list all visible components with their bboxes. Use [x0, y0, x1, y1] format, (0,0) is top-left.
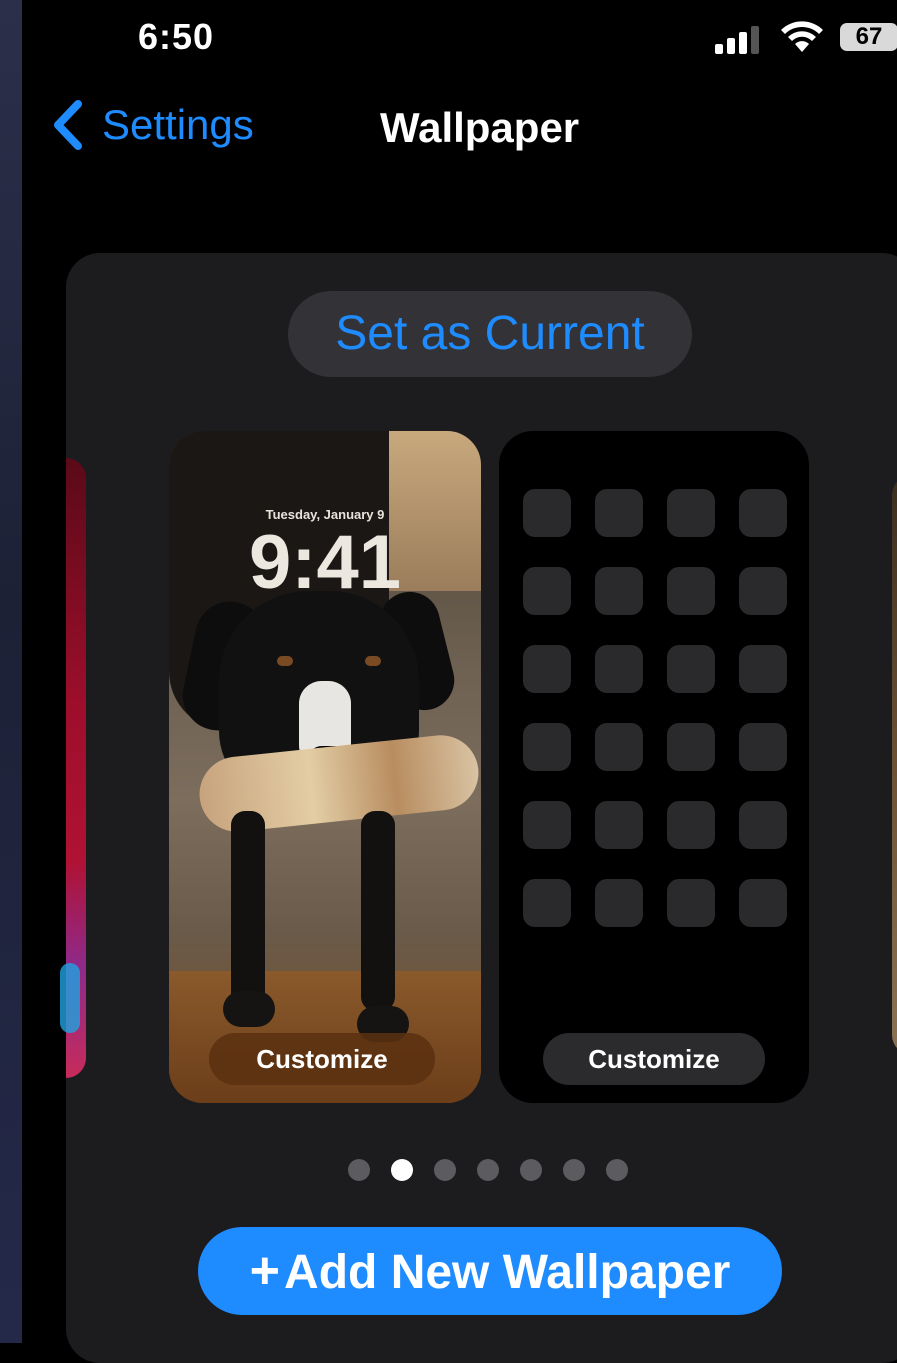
page-dot[interactable]	[520, 1159, 542, 1181]
next-wallpaper-peek[interactable]	[892, 475, 897, 1055]
app-placeholder	[667, 879, 715, 927]
app-placeholder	[739, 723, 787, 771]
plus-icon: +	[249, 1242, 281, 1300]
chevron-left-icon	[54, 100, 82, 150]
wifi-icon	[781, 21, 823, 52]
lock-time: 9:41	[248, 520, 402, 605]
page-dot-active[interactable]	[391, 1159, 413, 1181]
background-edge	[0, 0, 22, 1343]
home-screen-preview[interactable]: Customize	[499, 431, 809, 1103]
app-placeholder	[595, 645, 643, 693]
page-dot[interactable]	[348, 1159, 370, 1181]
app-placeholder	[523, 723, 571, 771]
app-placeholder	[595, 567, 643, 615]
page-title: Wallpaper	[380, 104, 580, 151]
page-dot[interactable]	[563, 1159, 585, 1181]
app-placeholder	[667, 801, 715, 849]
back-button[interactable]: Settings	[50, 98, 254, 152]
previous-wallpaper-peek[interactable]	[60, 458, 86, 1078]
navigation-bar: Settings Wallpaper	[22, 90, 897, 170]
customize-home-button[interactable]: Customize	[543, 1033, 765, 1085]
page-dot[interactable]	[434, 1159, 456, 1181]
back-label: Settings	[102, 101, 254, 148]
wallpaper-card: Set as Current Tuesday, January 9 9:41 C…	[60, 253, 897, 1363]
app-placeholder	[667, 489, 715, 537]
app-placeholder	[739, 645, 787, 693]
app-placeholder	[523, 879, 571, 927]
add-new-wallpaper-button[interactable]: +Add New Wallpaper	[198, 1227, 782, 1315]
app-placeholder	[667, 723, 715, 771]
page-dot[interactable]	[477, 1159, 499, 1181]
app-placeholder	[739, 801, 787, 849]
app-placeholder	[667, 567, 715, 615]
status-time: 6:50	[138, 16, 215, 57]
app-placeholder	[595, 489, 643, 537]
page-dot[interactable]	[606, 1159, 628, 1181]
cellular-signal-icon	[715, 24, 763, 54]
app-placeholder	[739, 489, 787, 537]
app-grid	[523, 489, 787, 927]
app-placeholder	[595, 801, 643, 849]
status-bar: 6:50 67	[22, 0, 897, 80]
battery-icon: 67	[840, 23, 897, 51]
app-placeholder	[595, 879, 643, 927]
app-placeholder	[739, 879, 787, 927]
page-indicator[interactable]	[348, 1159, 628, 1181]
app-placeholder	[523, 567, 571, 615]
customize-lock-button[interactable]: Customize	[209, 1033, 435, 1085]
lock-screen-preview[interactable]: Tuesday, January 9 9:41 Customize	[169, 431, 481, 1103]
set-as-current-button[interactable]: Set as Current	[288, 291, 692, 377]
app-placeholder	[523, 489, 571, 537]
add-new-wallpaper-label: Add New Wallpaper	[284, 1246, 731, 1299]
app-placeholder	[595, 723, 643, 771]
app-placeholder	[667, 645, 715, 693]
app-placeholder	[523, 801, 571, 849]
app-placeholder	[739, 567, 787, 615]
app-placeholder	[523, 645, 571, 693]
